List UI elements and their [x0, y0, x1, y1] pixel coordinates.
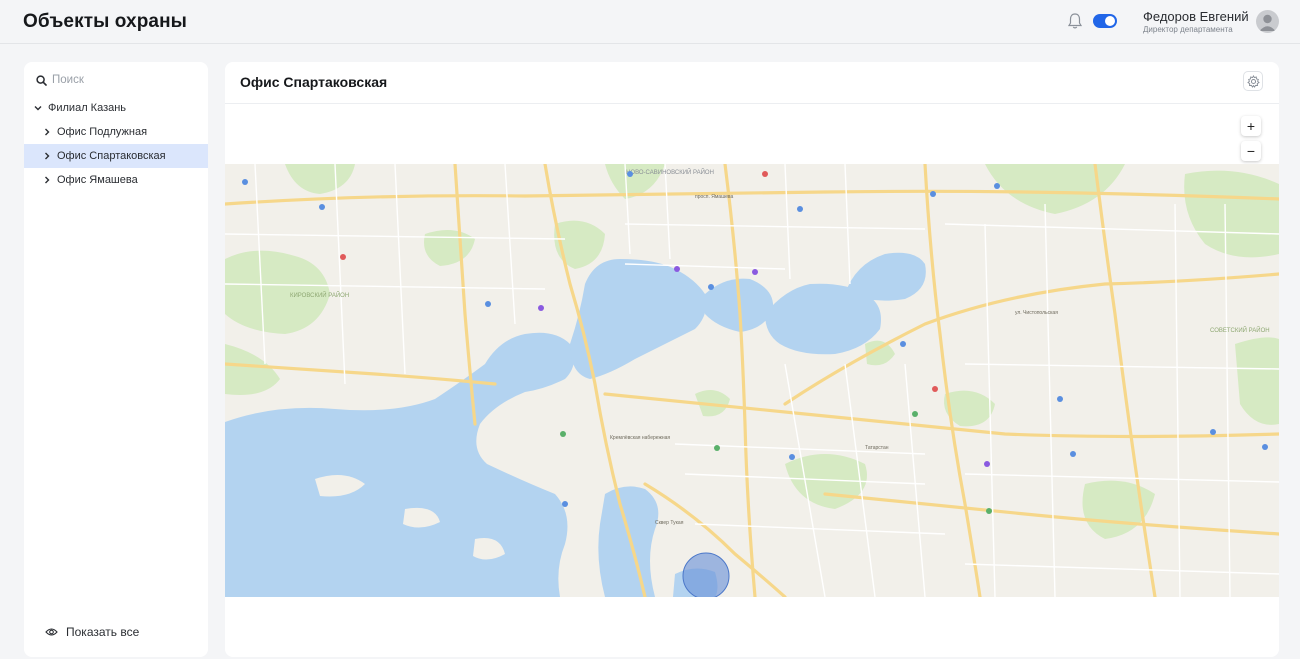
tree-item-office-podluzhnaya[interactable]: Офис Подлужная [24, 120, 208, 144]
gear-icon [1246, 74, 1260, 88]
tree-item-branch-kazan[interactable]: Филиал Казань [24, 96, 208, 120]
divider [225, 103, 1279, 104]
bell-icon[interactable] [1067, 12, 1083, 30]
tree-item-label: Офис Ямашева [57, 174, 138, 186]
mode-toggle[interactable] [1093, 14, 1117, 28]
tree-item-label: Офис Подлужная [57, 126, 148, 138]
search-box[interactable] [36, 70, 196, 90]
chevron-right-icon [45, 152, 50, 160]
toggle-knob [1105, 16, 1115, 26]
map-label-street: Кремлёвская набережная [610, 435, 670, 441]
tree-item-office-spartakovskaya[interactable]: Офис Спартаковская [24, 144, 208, 168]
user-name: Федоров Евгений [1143, 9, 1249, 24]
tree-item-label: Офис Спартаковская [57, 150, 166, 162]
page-title: Офис Спартаковская [240, 74, 388, 90]
zoom-in-button[interactable]: + [1241, 116, 1261, 136]
app-title: Объекты охраны [23, 11, 187, 32]
chevron-down-icon [34, 106, 42, 111]
tree-item-office-yamasheva[interactable]: Офис Ямашева [24, 168, 208, 192]
settings-button[interactable] [1243, 71, 1263, 91]
map-label-street: Сквер Тукая [655, 520, 684, 526]
zoom-out-button[interactable]: − [1241, 141, 1261, 161]
user-role: Директор департамента [1143, 25, 1233, 34]
office-location-marker[interactable] [682, 552, 730, 597]
chevron-right-icon [45, 128, 50, 136]
app-header: Объекты охраны Федоров Евгений Директор … [0, 0, 1300, 44]
city-map: НОВО-САВИНОВСКИЙ РАЙОН КИРОВСКИЙ РАЙОН С… [225, 164, 1279, 597]
map-view[interactable]: НОВО-САВИНОВСКИЙ РАЙОН КИРОВСКИЙ РАЙОН С… [225, 164, 1279, 597]
map-label-street: Татарстан [865, 445, 889, 451]
show-all-button[interactable]: Показать все [45, 625, 139, 639]
map-label-district: СОВЕТСКИЙ РАЙОН [1210, 326, 1270, 334]
eye-icon [45, 628, 58, 636]
map-label-street: просп. Ямашева [695, 194, 733, 200]
user-info[interactable]: Федоров Евгений Директор департамента [1143, 10, 1249, 36]
sidebar: Филиал Казань Офис Подлужная Офис Спарта… [24, 62, 208, 657]
chevron-right-icon [45, 176, 50, 184]
search-icon [36, 74, 47, 86]
tree-item-label: Филиал Казань [48, 102, 127, 114]
map-label-street: ул. Чистопольская [1015, 310, 1058, 316]
show-all-label: Показать все [66, 625, 140, 639]
object-panel: Офис Спартаковская + − НОВО-САВИНОВСКИЙ … [225, 62, 1279, 657]
map-label-district: НОВО-САВИНОВСКИЙ РАЙОН [626, 168, 714, 176]
search-input[interactable] [52, 74, 192, 86]
avatar[interactable] [1256, 10, 1279, 33]
map-label-district: КИРОВСКИЙ РАЙОН [290, 291, 349, 299]
